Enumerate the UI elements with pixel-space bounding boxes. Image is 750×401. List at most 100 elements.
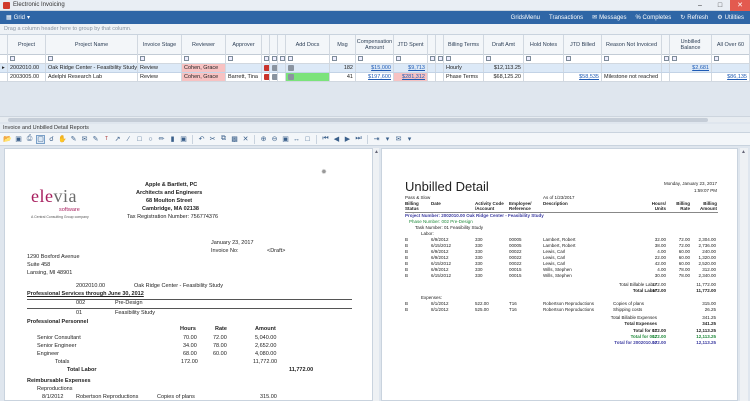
messages-button[interactable]: ✉ Messages [592, 14, 626, 22]
filter-msg[interactable] [330, 55, 356, 63]
cell-draft-amt[interactable]: $68,125.20 [484, 73, 524, 81]
cut-icon[interactable]: ✂ [208, 135, 217, 144]
invoice-report-pane[interactable]: elevia software A Central Consulting Gro… [4, 148, 373, 401]
rectangle-icon[interactable]: □ [135, 135, 144, 144]
close-button[interactable]: ✕ [730, 0, 750, 11]
pencil-icon[interactable]: ✏ [157, 135, 166, 144]
save-icon[interactable]: ▣ [14, 135, 23, 144]
filter-project-name[interactable] [46, 55, 138, 63]
col-header-invoice-stage[interactable]: Invoice Stage [138, 35, 182, 55]
cell-project-name[interactable]: Adelphi Research Lab [46, 73, 138, 81]
cell-reason[interactable]: Milestone not reached [602, 73, 662, 81]
cell-reviewer[interactable]: Cohen, Grace [182, 73, 226, 81]
email-icon[interactable]: ✉ [394, 135, 403, 144]
cell-invoice-stage[interactable]: Review [138, 73, 182, 81]
paste-icon[interactable]: ▩ [230, 135, 239, 144]
col-header-compensation[interactable]: Compensation Amount [356, 35, 394, 55]
chevron-down-icon[interactable]: ▾ [383, 135, 392, 144]
col-header-reason-not-invoiced[interactable]: Reason Not Invoiced [602, 35, 662, 55]
undo-icon[interactable]: ↶ [197, 135, 206, 144]
col-header-add-docs[interactable]: Add Docs [286, 35, 330, 55]
cell-unbilled[interactable] [670, 73, 712, 81]
cell-draft-amt[interactable]: $12,113.25 [484, 64, 524, 72]
cell-flag-1[interactable] [262, 64, 270, 72]
copy-icon[interactable]: ⧉ [219, 135, 228, 144]
cell-jtd-billed[interactable]: $58,535 [564, 73, 602, 81]
cell-compensation[interactable]: $15,000 [356, 64, 394, 72]
col-header-jtd-billed[interactable]: JTD Billed [564, 35, 602, 55]
text-tool-icon[interactable]: T [102, 135, 111, 144]
filter-project[interactable] [8, 55, 46, 63]
filter-over60[interactable] [712, 55, 750, 63]
col-header-approver[interactable]: Approver [226, 35, 262, 55]
cell-over60[interactable]: $86,135 [712, 73, 750, 81]
last-page-icon[interactable]: ⏭ [354, 135, 363, 144]
col-header-flag-2[interactable] [270, 35, 278, 55]
print-icon[interactable]: ⎙ [25, 135, 34, 144]
filter-flag-5[interactable] [436, 55, 444, 63]
col-header-flag-4[interactable] [428, 35, 436, 55]
cell-reason[interactable] [602, 64, 662, 72]
cell-add-docs[interactable] [286, 73, 330, 81]
col-header-billing-terms[interactable]: Billing Terms [444, 35, 484, 55]
cell-add-docs[interactable] [286, 64, 330, 72]
invoice-vertical-scrollbar[interactable]: ▲ [373, 148, 379, 401]
cell-jtd-billed[interactable] [564, 64, 602, 72]
cell-billing-terms[interactable]: Hourly [444, 64, 484, 72]
scroll-up-icon[interactable]: ▲ [741, 149, 746, 155]
hand-tool-icon[interactable]: ✋ [58, 135, 67, 144]
open-folder-icon[interactable]: 📂 [3, 135, 12, 144]
filter-invoice-stage[interactable] [138, 55, 182, 63]
col-header-msg[interactable]: Msg [330, 35, 356, 55]
minimize-button[interactable]: – [690, 0, 710, 11]
transactions-button[interactable]: Transactions [549, 15, 583, 21]
filter-approver[interactable] [226, 55, 262, 63]
col-header-unbilled-balance[interactable]: Unbilled Balance [670, 35, 712, 55]
col-header-flag-1[interactable] [262, 35, 270, 55]
cell-invoice-stage[interactable]: Review [138, 64, 182, 72]
cell-msg[interactable]: 41 [330, 73, 356, 81]
stamp-icon[interactable]: ▣ [179, 135, 188, 144]
group-by-drop-area[interactable]: Drag a column header here to group by th… [0, 24, 750, 35]
fit-width-icon[interactable]: ↔ [292, 135, 301, 144]
filter-billing-terms[interactable] [444, 55, 484, 63]
maximize-button[interactable]: □ [710, 0, 730, 11]
cell-flag-2[interactable] [270, 73, 278, 81]
filter-jtd-billed[interactable] [564, 55, 602, 63]
refresh-button[interactable]: ↻ Refresh [680, 14, 708, 22]
col-header-project-name[interactable]: Project Name [46, 35, 138, 55]
col-header-reviewer[interactable]: Reviewer [182, 35, 226, 55]
first-page-icon[interactable]: ⏮ [321, 135, 330, 144]
filter-add-docs[interactable] [286, 55, 330, 63]
prev-page-icon[interactable]: ◀ [332, 135, 341, 144]
delete-icon[interactable]: ✕ [241, 135, 250, 144]
unbilled-report-pane[interactable]: Unbilled Detail Monday, January 23, 2017… [381, 148, 738, 401]
cell-jtd-spent[interactable]: $9,713 [394, 64, 428, 72]
cell-flag-2[interactable] [270, 64, 278, 72]
zoom-out-icon[interactable]: ⊖ [270, 135, 279, 144]
filter-flag-4[interactable] [428, 55, 436, 63]
filter-flag-2[interactable] [270, 55, 278, 63]
scroll-up-icon[interactable]: ▲ [374, 149, 379, 155]
arrow-icon[interactable]: ↗ [113, 135, 122, 144]
filter-flag-1[interactable] [262, 55, 270, 63]
col-header-jtd-spent[interactable]: JTD Spent [394, 35, 428, 55]
zoom-tool-icon[interactable]: ☌ [47, 135, 56, 144]
unbilled-vertical-scrollbar[interactable]: ▲ [740, 148, 748, 401]
utilities-button[interactable]: ⚙ Utilities [717, 14, 744, 22]
filter-compensation[interactable] [356, 55, 394, 63]
filter-reason[interactable] [602, 55, 662, 63]
cell-over60[interactable] [712, 64, 750, 72]
cell-hold-notes[interactable] [524, 64, 564, 72]
cell-compensation[interactable]: $197,600 [356, 73, 394, 81]
cell-project[interactable]: 2002010.00 [8, 64, 46, 72]
cell-billing-terms[interactable]: Phase Terms [444, 73, 484, 81]
col-header-project[interactable]: Project [8, 35, 46, 55]
cell-unbilled[interactable]: $2,681 [670, 64, 712, 72]
ellipse-icon[interactable]: ○ [146, 135, 155, 144]
actual-size-icon[interactable]: □ [303, 135, 312, 144]
filter-jtd-spent[interactable] [394, 55, 428, 63]
gridsmenu-button[interactable]: GridsMenu [511, 15, 540, 21]
grid-horizontal-scrollbar[interactable] [0, 116, 750, 122]
cell-approver[interactable]: Barrett, Tina [226, 73, 262, 81]
